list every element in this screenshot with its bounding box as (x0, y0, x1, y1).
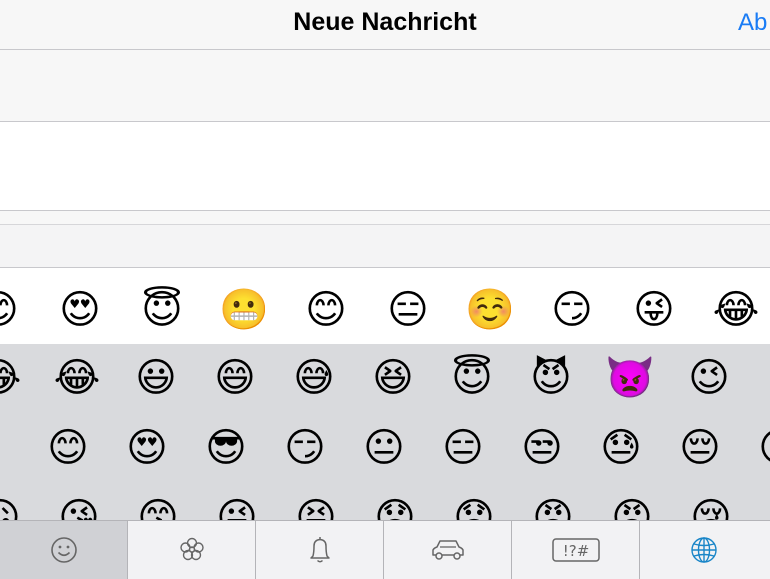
emoji-smirk[interactable]: 😏 (275, 424, 335, 474)
emoji-worried[interactable]: 😟 (444, 494, 504, 520)
suggestion-expressionless[interactable]: 😑 (378, 286, 438, 336)
smiley-category-icon (50, 537, 77, 563)
page-title: Neue Nachricht (293, 8, 477, 36)
emoji-sweat-smile[interactable]: 😅 (284, 354, 344, 404)
globe-tab[interactable] (640, 521, 768, 579)
emoji-keyboard: 😂 😂 😃 😄 😅 😆 😇 😈 👿 😉 😊 😊 😍 😎 😏 😐 😑 😒 😓 😔 😕 😖 😘 😙 😜 😝 😞 😟 😠 😡 😢 (0, 344, 770, 520)
recipient-field[interactable] (0, 50, 770, 122)
suggestion-blushing[interactable]: 😊 (296, 286, 356, 336)
message-body[interactable] (0, 122, 770, 211)
suggestion-smirk[interactable]: 😏 (542, 286, 602, 336)
emoji-smiley[interactable]: 😃 (126, 354, 186, 404)
emoji-smile[interactable]: 😄 (205, 354, 265, 404)
emoji-wink-tongue[interactable]: 😜 (207, 494, 267, 520)
cancel-button[interactable]: Ab (738, 9, 767, 37)
message-input[interactable] (0, 224, 770, 267)
emoji-suggestion-strip: 😊 😍 😇 😬 😊 😑 ☺️ 😏 😜 😂 (0, 278, 770, 344)
emoji-wink[interactable]: 😉 (679, 354, 739, 404)
emoji-confused[interactable]: 😕 (749, 424, 770, 474)
bell-category-tab[interactable] (256, 521, 384, 579)
emoji-halo-face[interactable]: 😇 (442, 354, 502, 404)
emoji-kiss[interactable]: 😘 (49, 494, 109, 520)
emoji-heart-eyes[interactable]: 😍 (117, 424, 177, 474)
emoji-kiss-smile[interactable]: 😙 (128, 494, 188, 520)
suggestion-smiling-face[interactable]: 😊 (0, 286, 28, 336)
globe-icon (691, 537, 717, 563)
svg-text:!?#: !?# (562, 542, 589, 560)
emoji-blushing[interactable]: 😊 (758, 354, 770, 404)
symbols-category-tab[interactable]: !?# (512, 521, 640, 579)
emoji-smiling-devil[interactable]: 😈 (521, 354, 581, 404)
car-category-tab[interactable] (384, 521, 512, 579)
suggestion-halo-face[interactable]: 😇 (132, 286, 192, 336)
emoji-sunglasses[interactable]: 😎 (196, 424, 256, 474)
emoji-disappointed[interactable]: 😞 (365, 494, 425, 520)
keyboard-toolbar: !?# (0, 520, 770, 579)
smiley-category-tab[interactable] (0, 521, 128, 579)
emoji-crying[interactable]: 😢 (681, 494, 741, 520)
emoji-neutral[interactable]: 😐 (354, 424, 414, 474)
suggestion-wink-tongue[interactable]: 😜 (624, 286, 684, 336)
emoji-blushing[interactable]: 😊 (38, 424, 98, 474)
car-category-icon (431, 540, 464, 560)
emoji-tears-of-joy[interactable]: 😂 (0, 354, 28, 404)
emoji-expressionless[interactable]: 😑 (433, 424, 493, 474)
flower-category-tab[interactable] (128, 521, 256, 579)
navigation-bar: Neue Nachricht Ab (0, 0, 770, 50)
bell-category-icon (309, 537, 330, 563)
emoji-squint-tongue[interactable]: 😝 (286, 494, 346, 520)
emoji-downcast-sweat[interactable]: 😓 (591, 424, 651, 474)
suggestion-grimacing[interactable]: 😬 (214, 286, 274, 336)
emoji-angry[interactable]: 😠 (523, 494, 583, 520)
suggestion-tears-of-joy[interactable]: 😂 (706, 286, 766, 336)
suggestion-relaxed[interactable]: ☺️ (460, 286, 520, 336)
emoji-laughing[interactable]: 😆 (363, 354, 423, 404)
emoji-angry-devil[interactable]: 👿 (600, 354, 660, 404)
suggestion-heart-eyes[interactable]: 😍 (50, 286, 110, 336)
emoji-pouting[interactable]: 😡 (602, 494, 662, 520)
symbols-category-icon: !?# (551, 538, 600, 562)
emoji-pensive[interactable]: 😔 (670, 424, 730, 474)
emoji-unamused[interactable]: 😒 (512, 424, 572, 474)
flower-category-icon (179, 537, 204, 561)
emoji-tears-of-joy[interactable]: 😂 (47, 354, 107, 404)
emoji-confounded[interactable]: 😖 (0, 494, 30, 520)
